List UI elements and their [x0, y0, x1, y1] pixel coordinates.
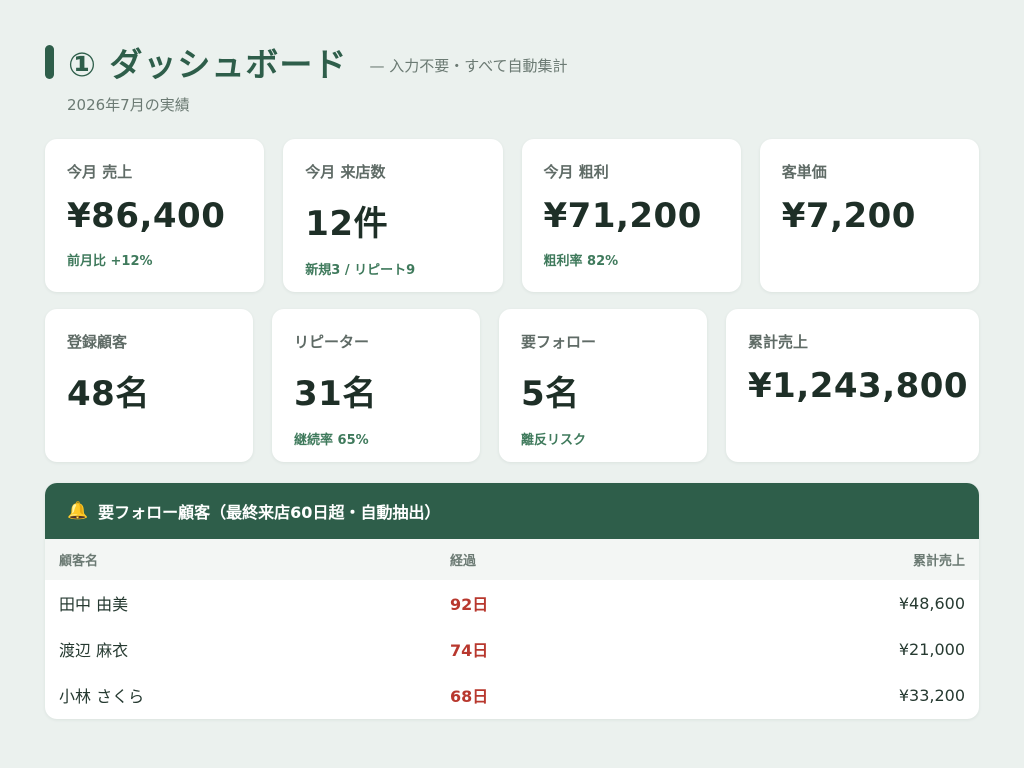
- column-header-elapsed: 経過: [450, 554, 477, 569]
- period-label: 2026年7月の実績: [67, 96, 190, 114]
- kpi-row-monthly: 今月 売上 ¥86,400 前月比 +12% 今月 来店数 12件 新規3 / …: [45, 139, 979, 292]
- customer-total-sales: ¥48,600: [898, 593, 965, 613]
- kpi-note: 離反リスク: [521, 433, 587, 448]
- kpi-card-cumulative-sales: 累計売上 ¥1,243,800: [726, 309, 979, 462]
- kpi-value: ¥71,200: [543, 196, 702, 236]
- kpi-card-follow-needed: 要フォロー 5名 離反リスク: [499, 309, 707, 462]
- kpi-card-repeaters: リピーター 31名 継続率 65%: [272, 309, 480, 462]
- kpi-note: 粗利率 82%: [543, 254, 619, 269]
- page-subtitle: — 入力不要・すべて自動集計: [369, 56, 568, 75]
- kpi-label: リピーター: [294, 333, 370, 351]
- kpi-card-registered-customers: 登録顧客 48名: [45, 309, 253, 462]
- kpi-card-average-spend: 客単価 ¥7,200: [759, 139, 979, 292]
- follow-panel-title: 要フォロー顧客（最終来店60日超・自動抽出）: [98, 503, 441, 522]
- kpi-value: 12件: [305, 204, 389, 244]
- table-header: 顧客名 経過 累計売上: [45, 539, 979, 580]
- dashboard-page: ① ダッシュボード — 入力不要・すべて自動集計 2026年7月の実績 今月 売…: [0, 0, 1024, 768]
- kpi-note: 継続率 65%: [294, 433, 369, 448]
- kpi-label: 今月 来店数: [305, 163, 386, 181]
- customer-total-sales: ¥21,000: [898, 639, 965, 659]
- kpi-label: 累計売上: [748, 333, 809, 351]
- elapsed-days: 92日: [450, 595, 489, 614]
- kpi-label: 今月 売上: [67, 163, 133, 181]
- kpi-row-customers: 登録顧客 48名 リピーター 31名 継続率 65% 要フォロー 5名 離反リス…: [45, 309, 979, 462]
- kpi-card-monthly-gross-profit: 今月 粗利 ¥71,200 粗利率 82%: [521, 139, 741, 292]
- kpi-value: 48名: [67, 374, 150, 414]
- kpi-label: 今月 粗利: [543, 163, 609, 181]
- table-row[interactable]: 小林 さくら 68日 ¥33,200: [45, 672, 979, 718]
- customer-name: 田中 由美: [59, 595, 129, 614]
- bell-icon: 🔔: [67, 501, 89, 521]
- header-accent-bar: [45, 45, 54, 79]
- customer-name: 小林 さくら: [59, 687, 145, 706]
- kpi-card-monthly-sales: 今月 売上 ¥86,400 前月比 +12%: [45, 139, 265, 292]
- elapsed-days: 74日: [450, 641, 489, 660]
- kpi-value: 5名: [521, 374, 580, 414]
- kpi-label: 客単価: [781, 163, 827, 181]
- customer-name: 渡辺 麻衣: [59, 641, 129, 660]
- kpi-value: ¥86,400: [67, 196, 226, 236]
- page-header: ① ダッシュボード — 入力不要・すべて自動集計: [45, 38, 568, 86]
- kpi-value: ¥7,200: [781, 196, 916, 236]
- kpi-value: 31名: [294, 374, 377, 414]
- follow-panel-header: 🔔 要フォロー顧客（最終来店60日超・自動抽出）: [45, 483, 979, 539]
- column-header-total: 累計売上: [912, 554, 965, 569]
- table-row[interactable]: 田中 由美 92日 ¥48,600: [45, 580, 979, 626]
- elapsed-days: 68日: [450, 687, 489, 706]
- kpi-label: 登録顧客: [67, 333, 128, 351]
- kpi-note: 新規3 / リピート9: [305, 263, 416, 278]
- kpi-card-monthly-visits: 今月 来店数 12件 新規3 / リピート9: [283, 139, 503, 292]
- kpi-value: ¥1,243,800: [748, 366, 969, 406]
- table-row[interactable]: 渡辺 麻衣 74日 ¥21,000: [45, 626, 979, 672]
- page-title: ① ダッシュボード: [68, 45, 348, 84]
- column-header-name: 顧客名: [59, 554, 99, 569]
- customer-total-sales: ¥33,200: [898, 685, 965, 705]
- kpi-note: 前月比 +12%: [67, 254, 153, 269]
- follow-customers-panel: 🔔 要フォロー顧客（最終来店60日超・自動抽出） 顧客名 経過 累計売上 田中 …: [45, 483, 979, 719]
- kpi-label: 要フォロー: [521, 333, 597, 351]
